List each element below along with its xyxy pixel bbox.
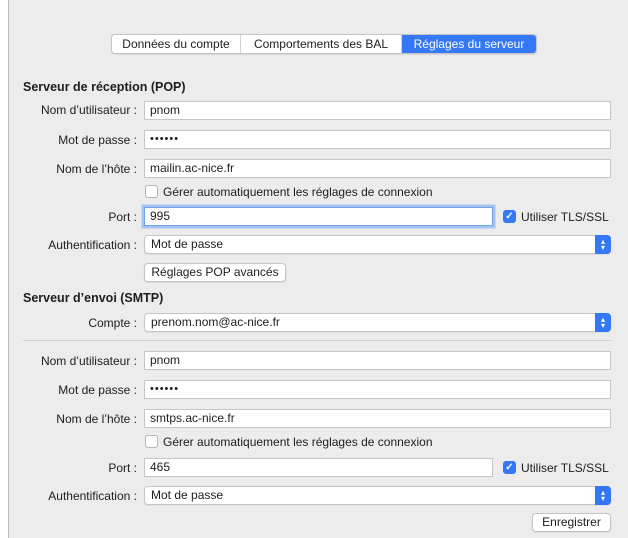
incoming-auto-manage-checkbox[interactable] bbox=[145, 185, 158, 198]
incoming-auth-value: Mot de passe bbox=[151, 237, 224, 251]
incoming-auth-select[interactable]: Mot de passe ▴ ▾ bbox=[144, 235, 611, 254]
incoming-host-field[interactable]: mailin.ac-nice.fr bbox=[144, 159, 611, 178]
outgoing-auth-label: Authentification : bbox=[48, 489, 137, 503]
tab-account-data[interactable]: Données du compte bbox=[112, 35, 241, 53]
tab-bar: Données du compte Comportements des BAL … bbox=[111, 34, 537, 54]
incoming-password-field[interactable]: •••••• bbox=[144, 130, 611, 149]
outgoing-account-select[interactable]: prenom.nom@ac-nice.fr ▴ ▾ bbox=[144, 313, 611, 332]
outgoing-section-title: Serveur d’envoi (SMTP) bbox=[23, 291, 164, 305]
pop-advanced-settings-button[interactable]: Réglages POP avancés bbox=[144, 263, 286, 282]
outgoing-tls-label: Utiliser TLS/SSL bbox=[521, 461, 609, 475]
incoming-username-field[interactable]: pnom bbox=[144, 101, 611, 120]
outgoing-auth-value: Mot de passe bbox=[151, 488, 224, 502]
outgoing-username-field[interactable]: pnom bbox=[144, 351, 611, 370]
incoming-password-label: Mot de passe : bbox=[58, 133, 137, 147]
incoming-username-label: Nom d’utilisateur : bbox=[40, 103, 137, 117]
incoming-auto-manage-label: Gérer automatiquement les réglages de co… bbox=[163, 185, 433, 199]
incoming-port-label: Port : bbox=[108, 210, 137, 224]
outgoing-auto-manage-label: Gérer automatiquement les réglages de co… bbox=[163, 435, 433, 449]
chevron-up-down-icon: ▴ ▾ bbox=[595, 235, 611, 254]
outgoing-account-label: Compte : bbox=[88, 316, 137, 330]
incoming-section-title: Serveur de réception (POP) bbox=[23, 80, 186, 94]
incoming-host-label: Nom de l’hôte : bbox=[56, 162, 137, 176]
outgoing-host-field[interactable]: smtps.ac-nice.fr bbox=[144, 409, 611, 428]
outgoing-password-label: Mot de passe : bbox=[58, 383, 137, 397]
outgoing-port-label: Port : bbox=[108, 461, 137, 475]
outgoing-host-label: Nom de l’hôte : bbox=[56, 412, 137, 426]
incoming-tls-label: Utiliser TLS/SSL bbox=[521, 210, 609, 224]
outgoing-auth-select[interactable]: Mot de passe ▴ ▾ bbox=[144, 486, 611, 505]
chevron-up-down-icon: ▴ ▾ bbox=[595, 313, 611, 332]
tab-mailbox-behaviors[interactable]: Comportements des BAL bbox=[241, 35, 402, 53]
outgoing-tls-checkbox[interactable]: ✓ bbox=[503, 461, 516, 474]
outgoing-username-label: Nom d’utilisateur : bbox=[40, 354, 137, 368]
tab-server-settings[interactable]: Réglages du serveur bbox=[402, 35, 536, 53]
incoming-tls-checkbox[interactable]: ✓ bbox=[503, 210, 516, 223]
save-button[interactable]: Enregistrer bbox=[532, 513, 611, 532]
outgoing-auto-manage-checkbox[interactable] bbox=[145, 435, 158, 448]
chevron-up-down-icon: ▴ ▾ bbox=[595, 486, 611, 505]
incoming-port-field[interactable]: 995 bbox=[144, 207, 493, 226]
outgoing-password-field[interactable]: •••••• bbox=[144, 380, 611, 399]
outgoing-port-field[interactable]: 465 bbox=[144, 458, 493, 477]
incoming-auth-label: Authentification : bbox=[48, 238, 137, 252]
section-divider bbox=[23, 340, 611, 341]
outgoing-account-value: prenom.nom@ac-nice.fr bbox=[151, 315, 280, 329]
